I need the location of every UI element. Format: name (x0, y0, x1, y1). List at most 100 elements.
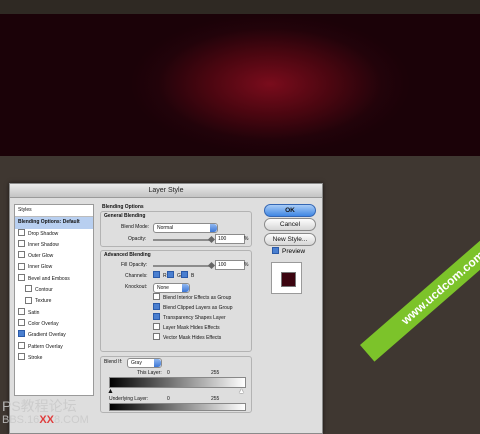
underlying-layer-label: Underlying Layer: (109, 396, 149, 402)
fill-opacity-input[interactable]: 100 (215, 260, 245, 270)
styles-list-item[interactable]: Styles (15, 205, 93, 218)
styles-list-item-label: Pattern Overlay (28, 343, 63, 350)
styles-list-item[interactable]: Stroke (15, 353, 93, 364)
style-checkbox[interactable] (18, 330, 25, 338)
fill-opacity-slider[interactable] (153, 265, 213, 267)
advanced-option[interactable]: Blend Clipped Layers as Group (153, 303, 233, 314)
this-layer-black-slider[interactable]: ▲ (107, 388, 114, 395)
knockout-value: None (157, 285, 169, 291)
preview-swatch (281, 272, 296, 287)
styles-list-item[interactable]: Inner Shadow (15, 240, 93, 251)
style-checkbox[interactable] (18, 353, 25, 361)
styles-list-item-label: Color Overlay (28, 320, 59, 327)
advanced-option[interactable]: Blend Interior Effects as Group (153, 293, 233, 304)
advanced-option[interactable]: Vector Mask Hides Effects (153, 333, 233, 344)
opacity-unit: % (244, 236, 249, 242)
advanced-blending-title: Advanced Blending (104, 252, 151, 258)
styles-list-item[interactable]: Outer Glow (15, 251, 93, 262)
fill-opacity-slider-thumb[interactable] (207, 261, 216, 270)
styles-list-item-label: Inner Shadow (28, 241, 59, 248)
styles-list-item[interactable]: Bevel and Emboss (15, 273, 93, 285)
underlying-gradient-bar[interactable] (109, 403, 246, 411)
knockout-label: Knockout: (125, 284, 148, 290)
general-blending-group: General Blending Blend Mode: Normal Opac… (100, 211, 252, 247)
ok-button[interactable]: OK (264, 204, 316, 217)
chevron-updown-icon (210, 224, 217, 232)
canvas-red-glow-band (0, 14, 480, 156)
style-checkbox[interactable] (18, 319, 25, 327)
channel-r[interactable]: R (153, 271, 167, 279)
this-layer-max: 255 (211, 370, 220, 376)
underlying-max: 255 (211, 396, 220, 402)
blend-if-select[interactable]: Gray (127, 358, 162, 368)
blend-mode-label: Blend Mode: (121, 224, 150, 230)
style-checkbox[interactable] (25, 285, 32, 293)
style-checkbox[interactable] (18, 341, 25, 349)
advanced-option[interactable]: Transparency Shapes Layer (153, 313, 233, 324)
styles-list-item[interactable]: Blending Options: Default (15, 217, 93, 229)
this-layer-white-slider[interactable]: ▲ (238, 388, 245, 395)
styles-list-item[interactable]: Satin (15, 307, 93, 319)
watermark-ribbon: www.ucdcom.com (360, 213, 480, 362)
advanced-option-checkbox[interactable] (153, 323, 160, 330)
style-checkbox[interactable] (18, 251, 25, 259)
styles-list-item[interactable]: Gradient Overlay (15, 330, 93, 341)
underlying-min: 0 (167, 396, 170, 402)
advanced-blending-group: Advanced Blending Fill Opacity: 100 % Ch… (100, 250, 252, 352)
styles-list-item[interactable]: Texture (15, 296, 93, 307)
opacity-slider-thumb[interactable] (207, 235, 216, 244)
watermark-url: BBS.16XX8.COM (2, 414, 89, 426)
chevron-updown-icon (182, 284, 189, 292)
general-blending-title: General Blending (104, 213, 146, 219)
channel-g-checkbox[interactable] (167, 271, 174, 278)
styles-list-item[interactable]: Inner Glow (15, 262, 93, 273)
canvas-top-band (0, 0, 480, 14)
fill-opacity-label: Fill Opacity: (121, 262, 148, 268)
style-checkbox[interactable] (18, 262, 25, 270)
blend-mode-select[interactable]: Normal (153, 223, 218, 233)
styles-list-item-label: Satin (28, 309, 40, 316)
styles-list-item-label: Inner Glow (28, 264, 53, 271)
channel-r-checkbox[interactable] (153, 271, 160, 278)
style-checkbox[interactable] (25, 296, 32, 304)
channel-g[interactable]: G (167, 271, 181, 279)
channels-label: Channels: (125, 273, 148, 279)
advanced-option-label: Transparency Shapes Layer (163, 314, 226, 321)
blend-if-label: Blend If: (104, 359, 123, 365)
styles-list-item-label: Stroke (28, 354, 43, 361)
advanced-option-checkbox[interactable] (153, 293, 160, 300)
opacity-input[interactable]: 100 (215, 234, 245, 244)
advanced-option-checkbox[interactable] (153, 333, 160, 340)
styles-list-item-label: Blending Options: Default (18, 219, 80, 226)
styles-list-item[interactable]: Drop Shadow (15, 228, 93, 240)
blend-if-value: Gray (131, 360, 142, 366)
advanced-option-checkbox[interactable] (153, 303, 160, 310)
style-checkbox[interactable] (18, 273, 25, 281)
styles-list-item[interactable]: Pattern Overlay (15, 341, 93, 353)
advanced-option-checkbox[interactable] (153, 313, 160, 320)
styles-list-item[interactable]: Color Overlay (15, 319, 93, 330)
advanced-option[interactable]: Layer Mask Hides Effects (153, 323, 233, 334)
styles-list-item-label: Gradient Overlay (28, 332, 66, 339)
preview-toggle[interactable]: Preview (272, 247, 305, 255)
this-layer-gradient-bar[interactable] (109, 377, 246, 388)
blending-options-title: Blending Options (102, 204, 144, 210)
new-style-button[interactable]: New Style... (264, 233, 316, 246)
style-checkbox[interactable] (18, 240, 25, 248)
watermark-text: PS教程论坛 (2, 398, 77, 414)
opacity-slider[interactable] (153, 239, 213, 241)
knockout-select[interactable]: None (153, 283, 190, 293)
styles-list-item[interactable]: Contour (15, 285, 93, 296)
preview-checkbox[interactable] (272, 247, 279, 254)
channel-b[interactable]: B (181, 271, 194, 279)
styles-list-item-label: Outer Glow (28, 253, 54, 260)
styles-list: Styles Blending Options: Default Drop Shad… (14, 204, 94, 396)
dialog-title: Layer Style (10, 184, 322, 198)
advanced-options-list: Blend Interior Effects as Group Blend Cli… (153, 293, 233, 344)
style-checkbox[interactable] (18, 228, 25, 236)
this-layer-min: 0 (167, 370, 170, 376)
style-checkbox[interactable] (18, 307, 25, 315)
channel-b-checkbox[interactable] (181, 271, 188, 278)
cancel-button[interactable]: Cancel (264, 218, 316, 231)
advanced-option-label: Vector Mask Hides Effects (163, 334, 222, 341)
